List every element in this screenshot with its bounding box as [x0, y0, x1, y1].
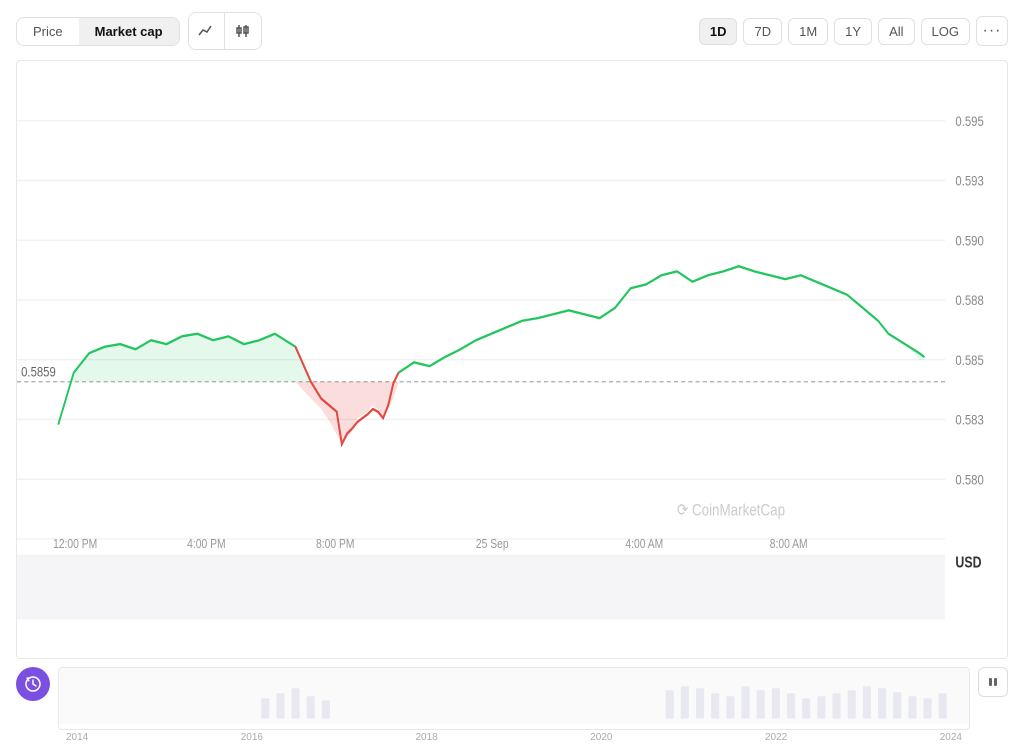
period-1m-button[interactable]: 1M	[788, 18, 828, 45]
toolbar-left: Price Market cap	[16, 12, 262, 50]
period-7d-button[interactable]: 7D	[743, 18, 782, 45]
history-button[interactable]	[16, 667, 50, 701]
period-1y-button[interactable]: 1Y	[834, 18, 872, 45]
pause-button[interactable]	[978, 667, 1008, 697]
chart-wrapper: 0.5859 0.595 0.593 0.590 0.588 0.585 0.5…	[16, 60, 1008, 745]
year-2016: 2016	[241, 732, 263, 743]
chart-type-tabs: Price Market cap	[16, 17, 180, 46]
svg-text:0.595: 0.595	[955, 113, 983, 130]
mini-chart-container: 2014 2016 2018 2020 2022 2024	[58, 667, 970, 745]
tab-market-cap[interactable]: Market cap	[79, 18, 179, 45]
svg-text:4:00 PM: 4:00 PM	[187, 537, 225, 551]
chart-style-group	[188, 12, 262, 50]
year-2018: 2018	[416, 732, 438, 743]
toolbar-right: 1D 7D 1M 1Y All LOG ···	[699, 16, 1008, 46]
year-labels: 2014 2016 2018 2020 2022 2024	[58, 730, 970, 745]
svg-text:8:00 PM: 8:00 PM	[316, 537, 354, 551]
svg-text:12:00 PM: 12:00 PM	[53, 537, 97, 551]
more-options-button[interactable]: ···	[976, 16, 1008, 46]
svg-text:25 Sep: 25 Sep	[476, 537, 509, 551]
toolbar: Price Market cap	[16, 12, 1008, 50]
svg-text:USD: USD	[955, 553, 981, 571]
year-2022: 2022	[765, 732, 787, 743]
candle-chart-button[interactable]	[225, 13, 261, 49]
period-1d-button[interactable]: 1D	[699, 18, 738, 45]
svg-text:0.588: 0.588	[955, 292, 983, 309]
svg-text:0.593: 0.593	[955, 172, 983, 189]
price-chart-svg: 0.5859 0.595 0.593 0.590 0.588 0.585 0.5…	[17, 61, 1007, 658]
svg-text:0.580: 0.580	[955, 471, 983, 488]
period-all-button[interactable]: All	[878, 18, 914, 45]
mini-chart[interactable]	[58, 667, 970, 730]
year-2024: 2024	[940, 732, 962, 743]
line-chart-button[interactable]	[189, 13, 225, 49]
svg-text:0.590: 0.590	[955, 232, 983, 249]
tab-price[interactable]: Price	[17, 18, 79, 45]
svg-text:0.583: 0.583	[955, 411, 983, 428]
svg-text:0.585: 0.585	[955, 352, 983, 369]
log-scale-button[interactable]: LOG	[921, 18, 970, 45]
svg-text:⟳ CoinMarketCap: ⟳ CoinMarketCap	[677, 501, 785, 520]
chart-main[interactable]: 0.5859 0.595 0.593 0.590 0.588 0.585 0.5…	[16, 60, 1008, 659]
year-2020: 2020	[590, 732, 612, 743]
bottom-row: 2014 2016 2018 2020 2022 2024	[16, 667, 1008, 745]
year-2014: 2014	[66, 732, 88, 743]
svg-text:4:00 AM: 4:00 AM	[625, 537, 663, 551]
svg-text:8:00 AM: 8:00 AM	[770, 537, 808, 551]
svg-text:0.5859: 0.5859	[21, 363, 56, 380]
